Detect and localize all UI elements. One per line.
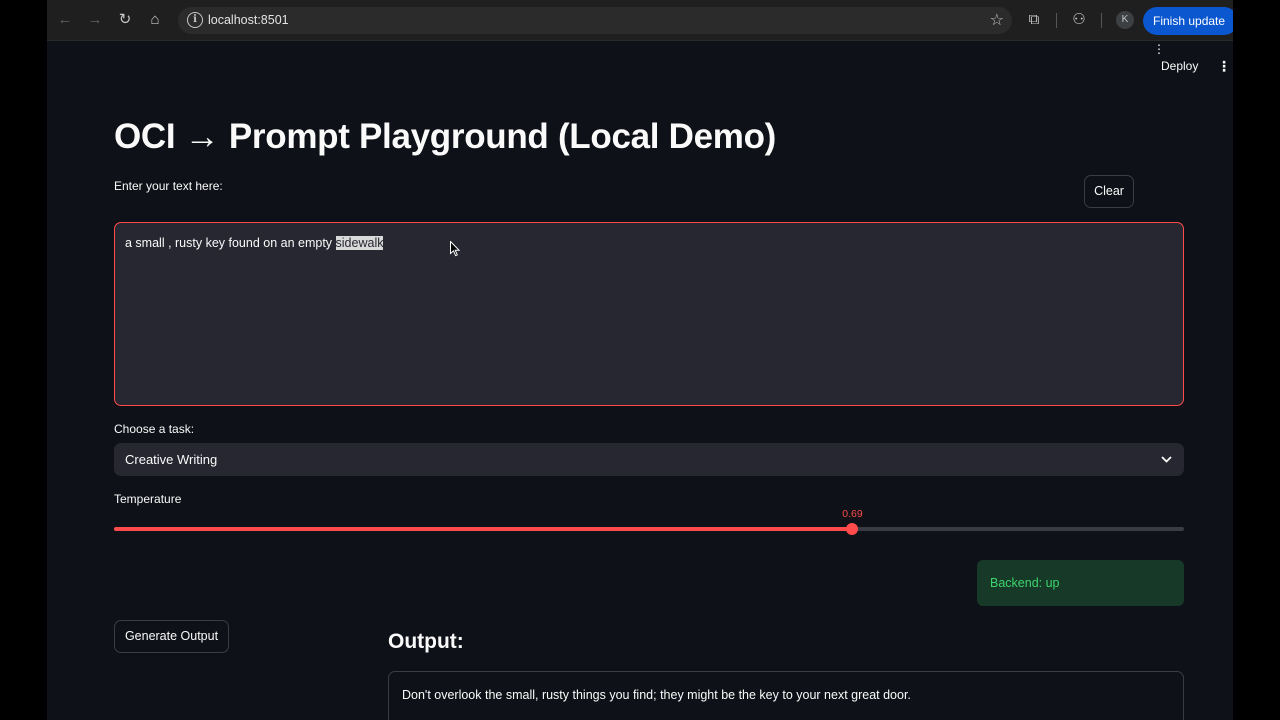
task-selected-value: Creative Writing — [125, 452, 218, 467]
temperature-slider[interactable] — [114, 523, 1184, 535]
browser-window: ← → ↻ ⌂ i localhost:8501 ☆ ⧉ ⚇ K Finish … — [47, 0, 1233, 720]
finish-update-label: Finish update — [1153, 14, 1226, 28]
task-label: Choose a task: — [114, 422, 195, 436]
status-badge: Backend: up — [977, 560, 1184, 606]
finish-update-button[interactable]: Finish update ⋮ — [1143, 7, 1233, 56]
chevron-down-icon — [1161, 443, 1172, 490]
temperature-value: 0.69 — [842, 508, 863, 520]
left-frame — [0, 0, 47, 720]
profile-avatar[interactable]: K — [1116, 11, 1134, 29]
toolbar-divider — [1056, 13, 1057, 28]
task-select[interactable]: Creative Writing — [114, 443, 1184, 476]
output-box: Don't overlook the small, rusty things y… — [388, 671, 1184, 720]
input-label: Enter your text here: — [114, 179, 223, 193]
prompt-textarea[interactable]: a small , rusty key found on an empty si… — [114, 222, 1184, 406]
temperature-label: Temperature — [114, 492, 182, 506]
site-info-icon[interactable]: i — [187, 12, 203, 28]
clear-button[interactable]: Clear — [1084, 175, 1134, 208]
toolbar-divider — [1101, 13, 1102, 28]
deploy-button[interactable]: Deploy — [1161, 59, 1198, 73]
browser-toolbar: ← → ↻ ⌂ i localhost:8501 ☆ ⧉ ⚇ K Finish … — [47, 0, 1233, 56]
prompt-selected-text: sidewalk — [335, 236, 384, 250]
back-icon[interactable]: ← — [55, 10, 75, 30]
reload-icon[interactable]: ↻ — [115, 10, 135, 30]
slider-thumb[interactable] — [846, 523, 859, 535]
page-title: OCI → Prompt Playground (Local Demo) — [114, 117, 777, 156]
output-heading: Output: — [388, 630, 464, 653]
right-frame — [1233, 0, 1280, 720]
generate-output-button[interactable]: Generate Output — [114, 620, 229, 653]
forward-icon[interactable]: → — [85, 10, 105, 30]
mouse-cursor-icon — [450, 241, 460, 257]
slider-fill — [114, 527, 853, 531]
extensions-icon[interactable]: ⧉ — [1024, 10, 1044, 30]
bookmark-star-icon[interactable]: ☆ — [990, 10, 1004, 30]
main-menu-icon[interactable]: ⋮ — [1217, 58, 1231, 75]
incognito-icon[interactable]: ⚇ — [1069, 10, 1089, 30]
home-icon[interactable]: ⌂ — [145, 10, 165, 30]
address-bar[interactable]: i localhost:8501 ☆ — [178, 7, 1012, 34]
prompt-text: a small , rusty key found on an empty — [125, 236, 336, 250]
output-text: Don't overlook the small, rusty things y… — [402, 688, 911, 702]
url-text: localhost:8501 — [208, 13, 289, 27]
